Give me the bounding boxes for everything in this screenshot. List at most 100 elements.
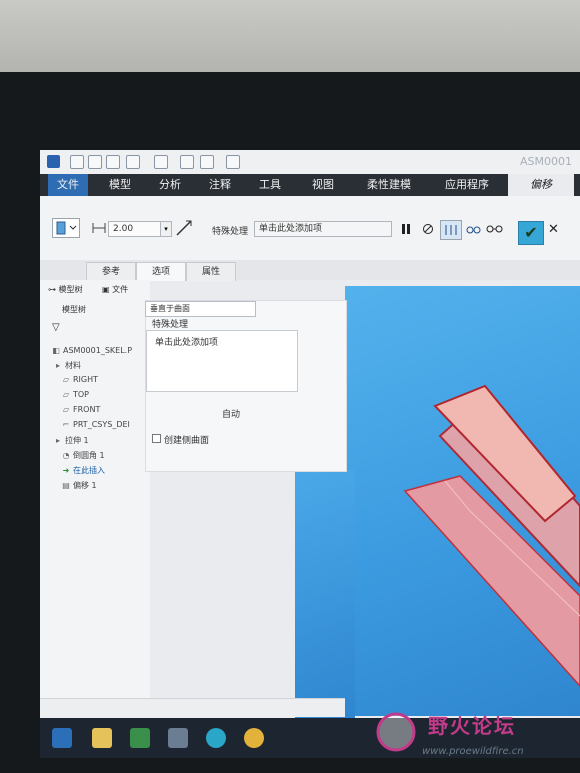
tree-item-label: 材料 xyxy=(65,361,81,370)
datum-plane-icon: ▱ xyxy=(62,390,70,399)
redo-icon[interactable] xyxy=(154,155,168,169)
creo-window: ASM0001 文件 模型 分析 注释 工具 视图 柔性建模 应用程序 偏移 2… xyxy=(40,150,580,720)
create-side-surface-checkbox[interactable]: 创建侧曲面 xyxy=(152,433,209,446)
explorer-icon[interactable] xyxy=(92,728,112,748)
preview-geometry-icon xyxy=(445,225,457,235)
tree-item-csys[interactable]: ⌐ PRT_CSYS_DEI xyxy=(62,420,130,429)
wall-background xyxy=(0,0,580,72)
options-collector-text: 单击此处添加项 xyxy=(155,338,219,348)
graphics-window[interactable] xyxy=(345,286,580,716)
tab-offset[interactable]: 偏移 xyxy=(508,174,574,196)
forum-watermark: 野火论坛 www.proewildfire.cn xyxy=(370,706,570,766)
app-logo-icon xyxy=(47,155,60,168)
tab-model[interactable]: 模型 xyxy=(98,174,142,196)
offset-icon: ▤ xyxy=(62,481,70,490)
tree-item-material[interactable]: ▸ 材料 xyxy=(54,360,81,371)
new-icon[interactable] xyxy=(70,155,84,169)
round-icon: ◔ xyxy=(62,451,70,460)
status-bar xyxy=(40,698,345,717)
tree-item-label: FRONT xyxy=(73,405,101,414)
tab-references[interactable]: 参考 xyxy=(86,262,136,281)
filter-icon[interactable]: ▽ xyxy=(52,322,60,333)
store-icon[interactable] xyxy=(130,728,150,748)
csys-icon: ⌐ xyxy=(62,420,70,429)
watermark-title: 野火论坛 xyxy=(428,714,516,738)
tab-tools[interactable]: 工具 xyxy=(248,174,292,196)
windows-icon[interactable] xyxy=(200,155,214,169)
start-button-icon[interactable] xyxy=(52,728,72,748)
tree-tab-file[interactable]: ▣ 文件 xyxy=(102,284,128,295)
checkbox-icon xyxy=(152,434,161,443)
quick-access-toolbar: ASM0001 xyxy=(40,150,580,174)
offset-value-dropdown[interactable]: ▾ xyxy=(160,221,172,237)
tab-annotate[interactable]: 注释 xyxy=(198,174,242,196)
insert-arrow-icon: ➜ xyxy=(62,466,70,475)
datum-plane-icon: ▱ xyxy=(62,405,70,414)
g-app-icon[interactable] xyxy=(244,728,264,748)
options-special-collector[interactable]: 单击此处添加项 xyxy=(146,330,298,392)
save-icon[interactable] xyxy=(106,155,120,169)
offset-dashboard: 2.00 ▾ 特殊处理 单击此处添加项 ✔ ✕ xyxy=(40,196,580,261)
auto-button[interactable]: 自动 xyxy=(222,407,240,420)
offset-value-input[interactable]: 2.00 xyxy=(108,221,166,237)
regenerate-icon[interactable] xyxy=(180,155,194,169)
extrude-icon: ▸ xyxy=(55,436,60,445)
tree-item-root[interactable]: ◧ ASM0001_SKEL.P xyxy=(52,346,132,355)
k-app-icon[interactable] xyxy=(206,728,226,748)
folder-icon: ▣ xyxy=(102,285,113,294)
preview-geometry-button[interactable] xyxy=(440,220,462,240)
flip-direction-icon[interactable] xyxy=(174,218,194,238)
glasses-icon[interactable] xyxy=(486,223,504,235)
tree-item-round[interactable]: ◔ 倒圆角 1 xyxy=(62,450,105,461)
close-icon: ✕ xyxy=(548,222,559,237)
pause-icon[interactable] xyxy=(400,223,412,235)
tab-file[interactable]: 文件 xyxy=(48,174,88,196)
tree-item-insert-here[interactable]: ➜ 在此插入 xyxy=(62,465,105,476)
tree-item-label: 偏移 1 xyxy=(73,481,97,490)
expand-icon: ▸ xyxy=(55,361,60,370)
tree-tab-icon: ⊶ xyxy=(48,285,59,294)
tree-item-offset[interactable]: ▤ 偏移 1 xyxy=(62,480,97,491)
tree-tab-model-label: 模型树 xyxy=(58,285,83,294)
tree-item-top[interactable]: ▱ TOP xyxy=(62,390,89,399)
tree-item-label: PRT_CSYS_DEI xyxy=(73,420,130,429)
open-icon[interactable] xyxy=(88,155,102,169)
tab-flexible-modeling[interactable]: 柔性建模 xyxy=(356,174,422,196)
distance-icon xyxy=(92,223,106,233)
offset-type-icon xyxy=(56,221,77,235)
model-tree-panel: ⊶ 模型树 ▣ 文件 模型树 ▽ ◧ ASM0001_SKEL.P ▸ 材料 ▱ RI… xyxy=(40,280,150,700)
checkmark-icon: ✔ xyxy=(524,223,538,242)
app-icon[interactable] xyxy=(168,728,188,748)
tree-item-label: 拉伸 1 xyxy=(65,436,89,445)
tree-tab-model[interactable]: ⊶ 模型树 xyxy=(48,284,83,295)
offset-mode-dropdown[interactable]: 垂直于曲面 xyxy=(145,301,256,317)
tab-properties[interactable]: 属性 xyxy=(186,262,236,281)
create-side-surface-label: 创建侧曲面 xyxy=(164,436,210,446)
tree-item-right[interactable]: ▱ RIGHT xyxy=(62,375,98,384)
close-window-icon[interactable] xyxy=(226,155,240,169)
tree-item-label: 在此插入 xyxy=(73,466,105,475)
cancel-button[interactable]: ✕ xyxy=(548,222,559,237)
tab-analysis[interactable]: 分析 xyxy=(148,174,192,196)
undo-icon[interactable] xyxy=(126,155,140,169)
tab-options[interactable]: 选项 xyxy=(136,262,186,281)
ok-button[interactable]: ✔ xyxy=(518,221,544,245)
tree-item-label: ASM0001_SKEL.P xyxy=(63,346,133,355)
tree-item-front[interactable]: ▱ FRONT xyxy=(62,405,100,414)
verify-icon[interactable] xyxy=(466,223,482,235)
part-model xyxy=(403,384,580,688)
datum-plane-icon: ▱ xyxy=(62,375,70,384)
part-icon: ◧ xyxy=(52,346,60,355)
offset-type-dropdown[interactable] xyxy=(52,218,80,238)
dashboard-tabs: 参考 选项 属性 xyxy=(40,260,580,281)
graphics-window-left-edge xyxy=(295,470,355,720)
options-special-label: 特殊处理 xyxy=(152,320,189,330)
watermark-logo-icon xyxy=(376,712,416,752)
special-handling-collector[interactable]: 单击此处添加项 xyxy=(254,221,392,237)
no-preview-icon[interactable] xyxy=(422,223,434,235)
tree-tab-file-label: 文件 xyxy=(112,285,129,294)
tree-item-extrude[interactable]: ▸ 拉伸 1 xyxy=(54,435,89,446)
tab-applications[interactable]: 应用程序 xyxy=(430,174,504,196)
tab-view[interactable]: 视图 xyxy=(298,174,348,196)
tree-item-label: 倒圆角 1 xyxy=(73,451,105,460)
